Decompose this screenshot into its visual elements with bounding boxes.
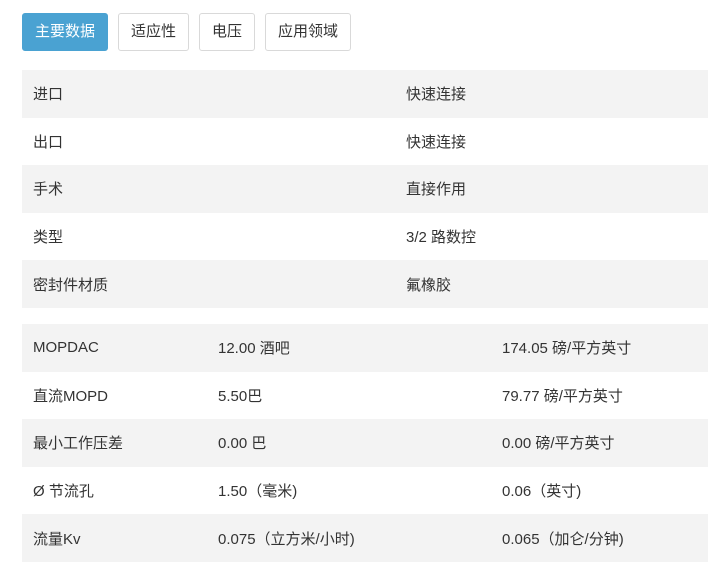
pressure-label-flow-kv: 流量Kv — [22, 514, 207, 562]
table-row: 流量Kv 0.075（立方米/小时) 0.065（加仑/分钟) — [22, 514, 708, 562]
pressure-imperial-min-diff: 0.00 磅/平方英寸 — [491, 419, 708, 467]
pressure-metric-mopd-dc: 5.50巴 — [207, 371, 491, 420]
tab-bar: 主要数据 适应性 电压 应用领域 — [22, 13, 352, 51]
pressure-metric-mopd-ac: 12.00 酒吧 — [207, 324, 491, 372]
pressure-label-mopd-dc: 直流MOPD — [22, 371, 207, 420]
pressure-imperial-flow-kv: 0.065（加仑/分钟) — [491, 514, 708, 562]
pressure-metric-orifice: 1.50（毫米) — [207, 466, 491, 515]
spec-table: 进口 快速连接 出口 快速连接 手术 直接作用 类型 3/2 路数控 密封件材质… — [22, 70, 708, 308]
spec-label-seal-material: 密封件材质 — [22, 260, 395, 308]
table-row: 最小工作压差 0.00 巴 0.00 磅/平方英寸 — [22, 419, 708, 467]
spec-label-outlet: 出口 — [22, 117, 395, 166]
spec-label-operation: 手术 — [22, 165, 395, 213]
spec-value-outlet: 快速连接 — [395, 117, 708, 166]
pressure-table: MOPDAC 12.00 酒吧 174.05 磅/平方英寸 直流MOPD 5.5… — [22, 324, 708, 562]
spec-value-inlet: 快速连接 — [395, 70, 708, 118]
table-row: 类型 3/2 路数控 — [22, 212, 708, 261]
spec-value-type: 3/2 路数控 — [395, 212, 708, 261]
table-row: 直流MOPD 5.50巴 79.77 磅/平方英寸 — [22, 371, 708, 420]
pressure-label-orifice: Ø 节流孔 — [22, 466, 207, 515]
pressure-metric-min-diff: 0.00 巴 — [207, 419, 491, 467]
pressure-imperial-mopd-ac: 174.05 磅/平方英寸 — [491, 324, 708, 372]
tab-main-data[interactable]: 主要数据 — [22, 13, 109, 51]
pressure-label-mopd-ac: MOPDAC — [22, 324, 207, 372]
pressure-metric-flow-kv: 0.075（立方米/小时) — [207, 514, 491, 562]
spec-value-operation: 直接作用 — [395, 165, 708, 213]
table-row: 出口 快速连接 — [22, 117, 708, 166]
spec-label-inlet: 进口 — [22, 70, 395, 118]
table-row: MOPDAC 12.00 酒吧 174.05 磅/平方英寸 — [22, 324, 708, 372]
spec-value-seal-material: 氟橡胶 — [395, 260, 708, 308]
spec-label-type: 类型 — [22, 212, 395, 261]
tab-applications[interactable]: 应用领域 — [265, 13, 352, 51]
pressure-imperial-orifice: 0.06（英寸) — [491, 466, 708, 515]
tab-voltage[interactable]: 电压 — [199, 13, 256, 51]
table-row: 手术 直接作用 — [22, 165, 708, 213]
pressure-label-min-diff: 最小工作压差 — [22, 419, 207, 467]
pressure-imperial-mopd-dc: 79.77 磅/平方英寸 — [491, 371, 708, 420]
tab-adaptability[interactable]: 适应性 — [118, 13, 190, 51]
table-row: 密封件材质 氟橡胶 — [22, 260, 708, 308]
table-row: 进口 快速连接 — [22, 70, 708, 118]
table-row: Ø 节流孔 1.50（毫米) 0.06（英寸) — [22, 466, 708, 515]
